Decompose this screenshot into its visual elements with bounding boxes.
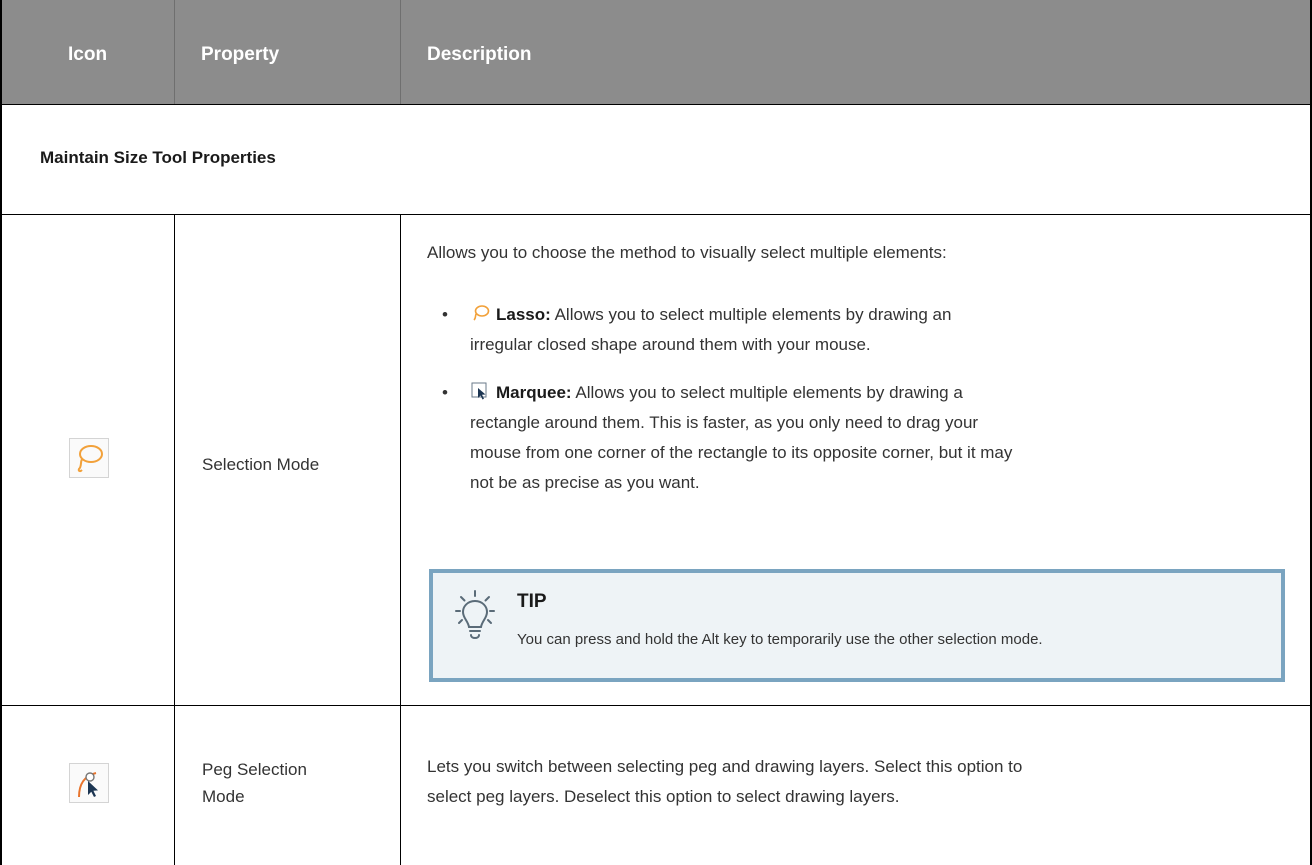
column-divider	[400, 215, 401, 865]
bullet-text: rectangle around them. This is faster, a…	[470, 413, 979, 432]
section-title: Maintain Size Tool Properties	[40, 148, 276, 167]
header-property: Property	[201, 44, 280, 65]
header-divider	[400, 0, 401, 104]
description-line: Lets you switch between selecting peg an…	[427, 757, 1023, 776]
bullet-text: not be as precise as you want.	[470, 473, 700, 492]
description-peg-selection-mode: Lets you switch between selecting peg an…	[427, 752, 1287, 812]
bullet-dot: •	[442, 383, 448, 402]
lasso-icon	[69, 438, 109, 478]
peg-selection-icon	[69, 763, 109, 803]
description-line: select peg layers. Deselect this option …	[427, 787, 900, 806]
bullet-text: Allows you to select multiple elements b…	[554, 305, 952, 324]
bullet-term: Marquee:	[496, 383, 572, 402]
properties-table: Icon Property Description Maintain Size …	[0, 0, 1312, 865]
marquee-icon	[470, 381, 490, 401]
lightbulb-icon	[455, 590, 495, 639]
section-row: Maintain Size Tool Properties	[2, 105, 1310, 215]
bullet-marquee: • Marquee: Allows you to select multiple…	[442, 378, 1280, 498]
header-description: Description	[427, 44, 532, 65]
description-selection-mode: Allows you to choose the method to visua…	[427, 243, 947, 262]
property-line: Mode	[202, 787, 245, 806]
bullet-text: irregular closed shape around them with …	[470, 335, 871, 354]
header-icon: Icon	[68, 44, 108, 65]
bullet-text: mouse from one corner of the rectangle t…	[470, 443, 1013, 462]
table-header: Icon Property Description	[2, 0, 1310, 105]
row-divider	[2, 705, 1310, 706]
column-divider	[174, 215, 175, 865]
tip-box: TIP You can press and hold the Alt key t…	[429, 569, 1285, 682]
lasso-icon	[470, 303, 490, 323]
bullet-text: Allows you to select multiple elements b…	[575, 383, 963, 402]
property-peg-selection-mode: Peg Selection Mode	[202, 756, 307, 810]
property-line: Peg Selection	[202, 760, 307, 779]
header-divider	[174, 0, 175, 104]
bullet-dot: •	[442, 305, 448, 324]
bullet-lasso: • Lasso: Allows you to select multiple e…	[442, 300, 1280, 360]
bullet-term: Lasso:	[496, 305, 551, 324]
tip-text: You can press and hold the Alt key to te…	[517, 631, 1043, 648]
property-selection-mode: Selection Mode	[202, 455, 320, 474]
tip-title: TIP	[517, 591, 547, 612]
